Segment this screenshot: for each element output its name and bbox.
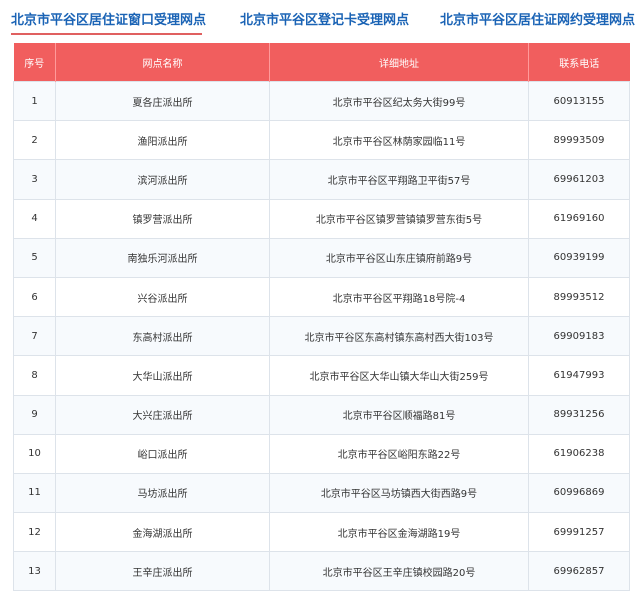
table-row: 13 王辛庄派出所 北京市平谷区王辛庄镇校园路20号 69962857 <box>13 551 630 591</box>
table-row: 8 大华山派出所 北京市平谷区大华山镇大华山大街259号 61947993 <box>13 355 630 396</box>
tab-bar: 北京市平谷区居住证窗口受理网点 北京市平谷区登记卡受理网点 北京市平谷区居住证网… <box>0 0 640 40</box>
table-row: 4 镇罗营派出所 北京市平谷区镇罗营镇镇罗营东街5号 61969160 <box>13 198 630 239</box>
service-points-table: 序号 网点名称 详细地址 联系电话 1 夏各庄派出所 北京市平谷区纪太务大街99号 6… <box>13 43 630 591</box>
active-tab-indicator <box>11 33 202 35</box>
station-address: 北京市平谷区大华山镇大华山大街259号 <box>269 355 529 396</box>
station-address: 北京市平谷区镇罗营镇镇罗营东街5号 <box>269 198 529 239</box>
station-address: 北京市平谷区林荫家园临11号 <box>269 120 529 161</box>
station-phone: 69991257 <box>528 512 630 553</box>
row-index: 3 <box>13 159 56 200</box>
station-phone: 69961203 <box>528 159 630 200</box>
row-index: 11 <box>13 472 56 514</box>
station-name: 兴谷派出所 <box>55 276 270 318</box>
table-row: 7 东高村派出所 北京市平谷区东高村镇东高村西大街103号 69909183 <box>13 316 630 357</box>
station-phone: 60939199 <box>528 237 630 278</box>
station-phone: 69962857 <box>528 551 630 591</box>
table-row: 5 南独乐河派出所 北京市平谷区山东庄镇府前路9号 60939199 <box>13 237 630 278</box>
station-name: 王辛庄派出所 <box>55 551 270 591</box>
station-phone: 61947993 <box>528 355 630 396</box>
header-phone: 联系电话 <box>528 43 630 82</box>
row-index: 1 <box>13 80 56 122</box>
service-points-table-container: 序号 网点名称 详细地址 联系电话 1 夏各庄派出所 北京市平谷区纪太务大街99号 6… <box>13 43 630 591</box>
station-address: 北京市平谷区王辛庄镇校园路20号 <box>269 551 529 591</box>
station-name: 滨河派出所 <box>55 159 270 200</box>
station-address: 北京市平谷区平翔路18号院-4 <box>269 276 529 318</box>
station-name: 镇罗营派出所 <box>55 198 270 239</box>
station-name: 东高村派出所 <box>55 316 270 357</box>
table-row: 10 峪口派出所 北京市平谷区峪阳东路22号 61906238 <box>13 433 630 474</box>
table-row: 11 马坊派出所 北京市平谷区马坊镇西大街西路9号 60996869 <box>13 472 630 514</box>
table-body: 1 夏各庄派出所 北京市平谷区纪太务大街99号 60913155 2 渔阳派出所 北京市平谷… <box>13 80 630 591</box>
station-name: 渔阳派出所 <box>55 120 270 161</box>
station-phone: 89993512 <box>528 276 630 318</box>
station-phone: 61969160 <box>528 198 630 239</box>
row-index: 6 <box>13 276 56 318</box>
row-index: 8 <box>13 355 56 396</box>
station-address: 北京市平谷区平翔路卫平街57号 <box>269 159 529 200</box>
station-name: 金海湖派出所 <box>55 512 270 553</box>
tab-window-service-points[interactable]: 北京市平谷区居住证窗口受理网点 <box>11 9 206 28</box>
table-row: 9 大兴庄派出所 北京市平谷区顺福路81号 89931256 <box>13 394 630 435</box>
row-index: 2 <box>13 120 56 161</box>
row-index: 5 <box>13 237 56 278</box>
station-address: 北京市平谷区峪阳东路22号 <box>269 433 529 474</box>
table-header-row: 序号 网点名称 详细地址 联系电话 <box>13 43 630 82</box>
table-row: 6 兴谷派出所 北京市平谷区平翔路18号院-4 89993512 <box>13 276 630 318</box>
station-name: 峪口派出所 <box>55 433 270 474</box>
station-phone: 89931256 <box>528 394 630 435</box>
station-phone: 89993509 <box>528 120 630 161</box>
row-index: 10 <box>13 433 56 474</box>
station-phone: 60996869 <box>528 472 630 514</box>
station-name: 南独乐河派出所 <box>55 237 270 278</box>
station-address: 北京市平谷区马坊镇西大街西路9号 <box>269 472 529 514</box>
station-address: 北京市平谷区东高村镇东高村西大街103号 <box>269 316 529 357</box>
table-row: 1 夏各庄派出所 北京市平谷区纪太务大街99号 60913155 <box>13 80 630 122</box>
row-index: 4 <box>13 198 56 239</box>
station-name: 马坊派出所 <box>55 472 270 514</box>
row-index: 7 <box>13 316 56 357</box>
header-index: 序号 <box>13 43 56 82</box>
station-phone: 69909183 <box>528 316 630 357</box>
station-name: 大华山派出所 <box>55 355 270 396</box>
row-index: 13 <box>13 551 56 591</box>
row-index: 12 <box>13 512 56 553</box>
station-address: 北京市平谷区顺福路81号 <box>269 394 529 435</box>
station-address: 北京市平谷区金海湖路19号 <box>269 512 529 553</box>
table-row: 3 滨河派出所 北京市平谷区平翔路卫平街57号 69961203 <box>13 159 630 200</box>
station-address: 北京市平谷区山东庄镇府前路9号 <box>269 237 529 278</box>
station-phone: 60913155 <box>528 80 630 122</box>
tab-online-appointment-points[interactable]: 北京市平谷区居住证网约受理网点 <box>440 9 635 28</box>
row-index: 9 <box>13 394 56 435</box>
station-address: 北京市平谷区纪太务大街99号 <box>269 80 529 122</box>
header-address: 详细地址 <box>269 43 529 82</box>
table-row: 2 渔阳派出所 北京市平谷区林荫家园临11号 89993509 <box>13 120 630 161</box>
tab-registration-card-points[interactable]: 北京市平谷区登记卡受理网点 <box>240 9 409 28</box>
table-row: 12 金海湖派出所 北京市平谷区金海湖路19号 69991257 <box>13 512 630 553</box>
station-name: 大兴庄派出所 <box>55 394 270 435</box>
header-name: 网点名称 <box>55 43 270 82</box>
station-name: 夏各庄派出所 <box>55 80 270 122</box>
station-phone: 61906238 <box>528 433 630 474</box>
